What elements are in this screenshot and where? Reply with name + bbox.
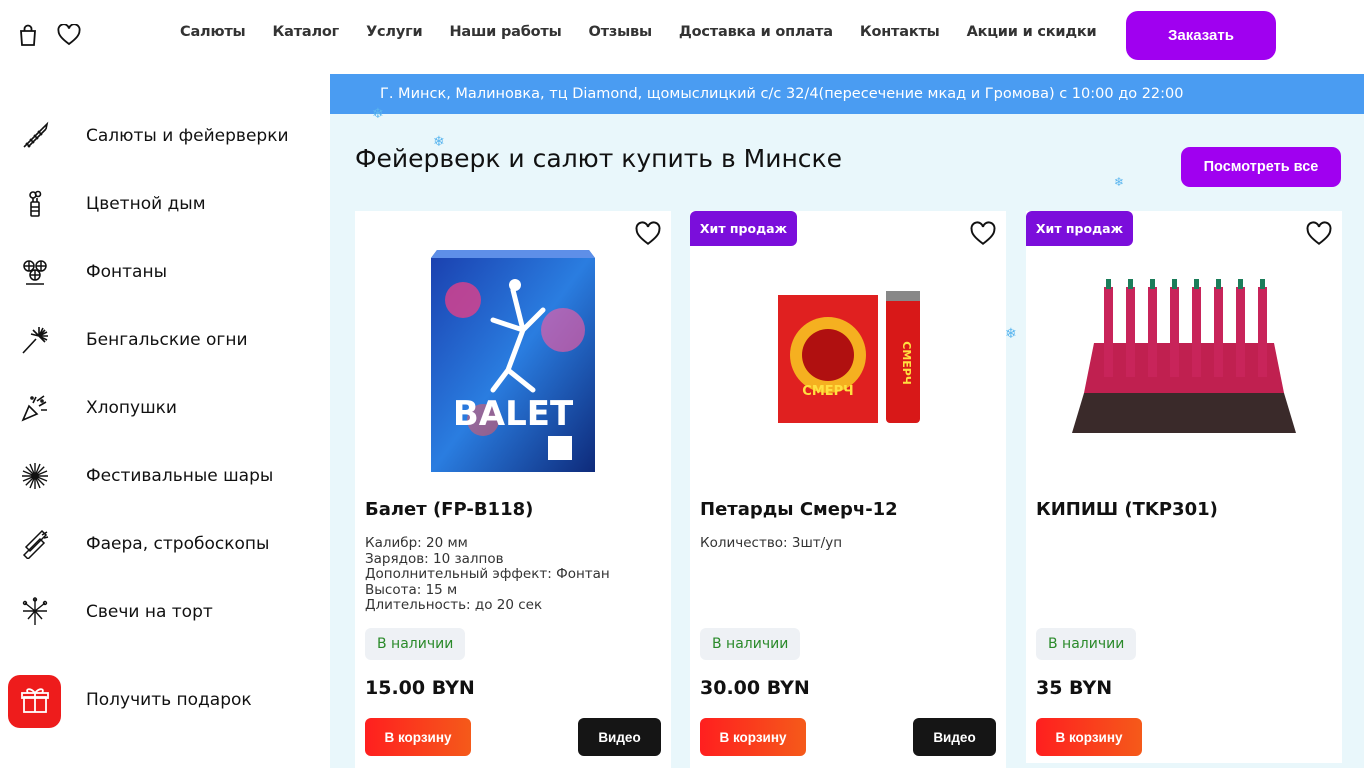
product-image[interactable] [1036,235,1332,481]
product-name[interactable]: Балет (FP-B118) [365,499,533,520]
video-button[interactable]: Видео [578,718,661,756]
product-price: 35 BYN [1036,677,1113,699]
sidebar-item-smoke[interactable]: Цветной дым [0,182,330,226]
main-content: Г. Минск, Малиновка, тц Diamond, щомысли… [330,74,1364,771]
main-nav: Салюты Каталог Услуги Наши работы Отзывы… [180,24,1124,40]
page-title: Фейерверк и салют купить в Минске [355,144,843,173]
sidebar-item-poppers[interactable]: Хлопушки [0,386,330,430]
sidebar-item-label: Бенгальские огни [86,330,248,350]
product-spec: Дополнительный эффект: Фонтан [365,566,610,582]
gift-icon [20,685,50,719]
popper-icon [18,391,52,425]
candle-icon [18,595,52,629]
product-description: Количество: 3шт/уп [700,535,843,552]
header: Салюты Каталог Услуги Наши работы Отзывы… [0,0,1366,72]
nav-link-works[interactable]: Наши работы [449,24,561,40]
product-image[interactable]: BALET [365,235,661,481]
nav-link-delivery[interactable]: Доставка и оплата [679,24,833,40]
product-price: 15.00 BYN [365,677,475,699]
sidebar-item-flares[interactable]: Фаера, стробоскопы [0,522,330,566]
shopping-bag-icon[interactable] [15,22,41,48]
product-card[interactable]: BALET Балет (FP-B118) Калибр: 20 мм Заря… [355,211,671,771]
fountain-icon [18,255,52,289]
snowflake-icon: ❄ [1005,326,1017,342]
svg-text:СМЕРЧ: СМЕРЧ [900,341,913,384]
snowflake-icon: ❄ [1114,175,1125,189]
nav-link-promotions[interactable]: Акции и скидки [967,24,1097,40]
product-image[interactable]: СМЕРЧ СМЕРЧ [700,235,996,481]
nav-link-contacts[interactable]: Контакты [860,24,940,40]
sidebar-item-label: Салюты и фейерверки [86,126,289,146]
burst-icon [18,459,52,493]
nav-link-catalog[interactable]: Каталог [272,24,339,40]
product-spec: Высота: 15 м [365,581,458,598]
nav-link-services[interactable]: Услуги [366,24,423,40]
sidebar-item-label: Свечи на торт [86,602,213,622]
snowflake-icon: ❄ [372,106,384,122]
product-price: 30.00 BYN [700,677,810,699]
gift-label[interactable]: Получить подарок [86,690,252,710]
sidebar-item-label: Цветной дым [86,194,206,214]
product-spec: Длительность: до 20 сек [365,597,543,613]
address-bar: Г. Минск, Малиновка, тц Diamond, щомысли… [330,74,1364,114]
stock-badge: В наличии [1036,628,1137,660]
stock-badge: В наличии [365,628,466,660]
stock-badge: В наличии [700,628,801,660]
add-to-cart-button[interactable]: В корзину [1036,718,1142,756]
heart-icon[interactable] [56,22,82,48]
gift-button[interactable] [8,675,61,728]
product-spec: Калибр: 20 мм [365,535,468,551]
order-button[interactable]: Заказать [1126,11,1276,60]
sidebar-item-label: Фаера, стробоскопы [86,534,270,554]
add-to-cart-button[interactable]: В корзину [365,718,471,756]
nav-link-reviews[interactable]: Отзывы [589,24,653,40]
video-button[interactable]: Видео [913,718,996,756]
product-card[interactable]: Хит продаж СМЕРЧ СМЕРЧ Петарды Смерч-12 … [690,211,1006,771]
sidebar-item-sparklers[interactable]: Бенгальские огни [0,318,330,362]
sidebar-item-label: Хлопушки [86,398,177,418]
flare-icon [18,527,52,561]
smoke-icon [18,187,52,221]
sidebar-item-cake-candles[interactable]: Свечи на торт [0,590,330,634]
product-description: Калибр: 20 мм Зарядов: 10 залпов Дополни… [365,535,610,614]
svg-text:СМЕРЧ: СМЕРЧ [802,384,853,399]
svg-text:BALET: BALET [453,394,574,434]
sidebar-item-label: Фонтаны [86,262,168,282]
product-card[interactable]: Хит продаж КИПИШ (TKP301) В наличии 35 B… [1026,211,1342,763]
sidebar-item-label: Фестивальные шары [86,466,274,486]
sidebar-item-festival-balls[interactable]: Фестивальные шары [0,454,330,498]
sidebar-item-salutes[interactable]: Салюты и фейерверки [0,114,330,158]
product-name[interactable]: КИПИШ (TKP301) [1036,499,1218,520]
add-to-cart-button[interactable]: В корзину [700,718,806,756]
product-spec: Количество: 3шт/уп [700,535,843,551]
nav-link-salutes[interactable]: Салюты [180,24,246,40]
view-all-button[interactable]: Посмотреть все [1181,147,1341,187]
sidebar-item-fountains[interactable]: Фонтаны [0,250,330,294]
sparkler-icon [18,323,52,357]
rocket-icon [18,119,52,153]
product-name[interactable]: Петарды Смерч-12 [700,499,898,520]
product-spec: Зарядов: 10 залпов [365,550,504,567]
